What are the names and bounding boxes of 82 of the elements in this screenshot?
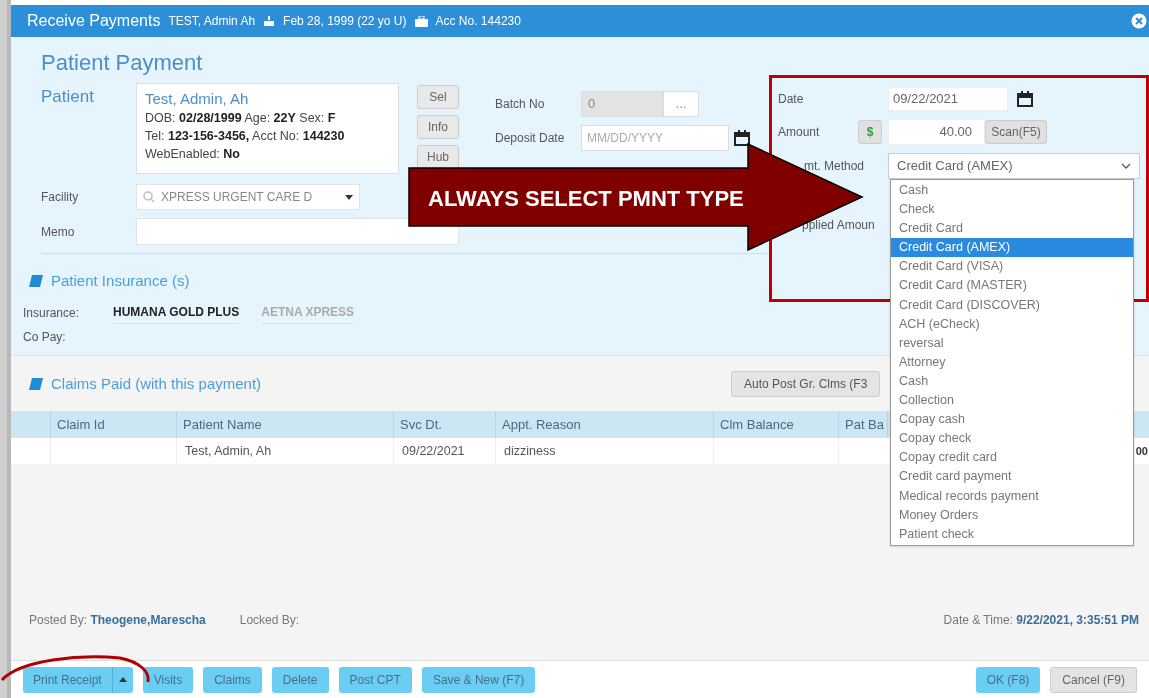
insurance-plan[interactable]: HUMANA GOLD PLUS	[113, 302, 240, 324]
action-button[interactable]: Visits	[142, 666, 194, 693]
auto-post-button[interactable]: Auto Post Gr. Clms (F3	[731, 371, 881, 397]
patient-detail: WebEnabled: No	[145, 146, 241, 163]
dropdown-option[interactable]: Patient check	[891, 524, 1133, 544]
birth-date: Feb 28, 1999 (22 yo U)	[283, 13, 407, 30]
table-cell: dizziness	[496, 438, 714, 464]
account-number: Acc No. 144230	[435, 13, 521, 30]
chevron-down-icon	[1121, 163, 1131, 169]
table-cell: Test, Admin, Ah	[177, 438, 394, 464]
dropdown-option[interactable]: Collection	[891, 391, 1133, 411]
payment-method-select[interactable]: Credit Card (AMEX)	[888, 153, 1140, 179]
table-cell-text: 00	[1135, 443, 1148, 459]
caret-up-icon[interactable]	[118, 677, 127, 682]
dropdown-option[interactable]: Copay credit card	[891, 448, 1133, 468]
action-button[interactable]: Claims	[203, 666, 262, 693]
batch-field[interactable]: 0	[581, 91, 663, 117]
action-button[interactable]: Save & New (F7)	[421, 666, 536, 693]
batch-lookup-button[interactable]: ...	[663, 91, 699, 117]
dropdown-option[interactable]: Copay cash	[891, 410, 1133, 430]
date-time: Date & Time: 9/22/2021, 3:35:51 PM	[943, 612, 1139, 629]
table-cell: 09/22/2021	[394, 438, 496, 464]
memo-field[interactable]	[136, 218, 459, 245]
patient-button[interactable]: Sel	[417, 85, 459, 109]
dropdown-option[interactable]: Medical records payment	[891, 486, 1133, 506]
dropdown-option[interactable]: Credit Card (DISCOVER)	[891, 295, 1133, 315]
section-title: Claims Paid (with this payment)	[51, 373, 263, 394]
copay-label: Co Pay:	[23, 328, 67, 346]
memo-label: Memo	[41, 223, 76, 241]
amount-label: Amount	[778, 124, 821, 141]
patient-button[interactable]: Info	[417, 115, 459, 139]
section-icon	[29, 275, 43, 288]
dropdown-option[interactable]: Credit Card (VISA)	[891, 257, 1133, 277]
deposit-date-label: Deposit Date	[495, 130, 566, 147]
dropdown-caret-icon	[345, 194, 353, 200]
calendar-icon[interactable]	[733, 129, 751, 147]
patient-label: Patient	[41, 86, 95, 108]
facility-label: Facility	[41, 189, 80, 206]
action-button[interactable]: Delete	[271, 666, 329, 693]
patient-card-name[interactable]: Test, Admin, Ah	[145, 89, 390, 109]
close-icon[interactable]	[1131, 13, 1147, 29]
dropdown-option[interactable]: Check	[891, 200, 1133, 220]
action-button[interactable]: Post CPT	[338, 666, 412, 693]
dropdown-option[interactable]: Credit Card (MASTER)	[891, 276, 1133, 296]
dropdown-option[interactable]: reversal	[891, 333, 1133, 353]
calendar-icon[interactable]	[1016, 90, 1034, 108]
locked-by: Locked By:	[239, 612, 300, 629]
dropdown-option[interactable]: Cash	[891, 371, 1133, 392]
page-heading: Patient Payment	[41, 49, 204, 77]
patient-detail: DOB: 02/28/1999 Age: 22Y Sex: F	[145, 110, 337, 127]
search-icon	[143, 191, 155, 203]
dropdown-option[interactable]: Credit card payment	[891, 467, 1133, 487]
dropdown-option[interactable]: Money Orders	[891, 505, 1133, 525]
method-label: mt. Method	[803, 158, 866, 175]
insurance-label: Insurance:	[23, 305, 81, 322]
dropdown-option[interactable]: Attorney	[891, 352, 1133, 372]
cake-icon	[263, 15, 276, 27]
date-field[interactable]: 09/22/2021	[888, 87, 1008, 111]
callout-text: ALWAYS SELECT PMNT TYPE	[428, 185, 744, 213]
section-icon	[29, 378, 43, 390]
patient-detail: Tel: 123-156-3456, Acct No: 144230	[145, 128, 346, 145]
section-title: Patient Insurance (s)	[51, 271, 190, 291]
dropdown-option[interactable]: ACH (eCheck)	[891, 314, 1133, 334]
dialog-button[interactable]: OK (F8)	[975, 666, 1041, 693]
currency-button[interactable]: $	[858, 120, 882, 144]
window-title: Receive Payments	[27, 11, 161, 31]
dropdown-option[interactable]: Credit Card	[891, 219, 1133, 239]
posted-by: Posted By: Theogene,Marescha	[29, 612, 206, 629]
facility-dropdown[interactable]: XPRESS URGENT CARE D	[136, 184, 360, 210]
briefcase-icon	[414, 15, 428, 27]
patient-name: TEST, Admin Ah	[168, 13, 256, 30]
dropdown-option[interactable]: Cash	[891, 181, 1133, 201]
deposit-date-field[interactable]: MM/DD/YYYY	[581, 125, 729, 151]
batch-label: Batch No	[495, 96, 546, 113]
dropdown-option[interactable]: Copay check	[891, 429, 1133, 449]
date-label: Date	[778, 91, 805, 108]
patient-button[interactable]: Hub	[417, 145, 459, 169]
print-receipt-button[interactable]: Print Receipt	[23, 666, 133, 693]
amount-field[interactable]: 40.00	[888, 119, 985, 145]
scan-button[interactable]: Scan(F5)	[985, 120, 1047, 144]
dialog-button[interactable]: Cancel (F9)	[1050, 666, 1137, 693]
dropdown-option[interactable]: Credit Card (AMEX)	[891, 238, 1133, 258]
